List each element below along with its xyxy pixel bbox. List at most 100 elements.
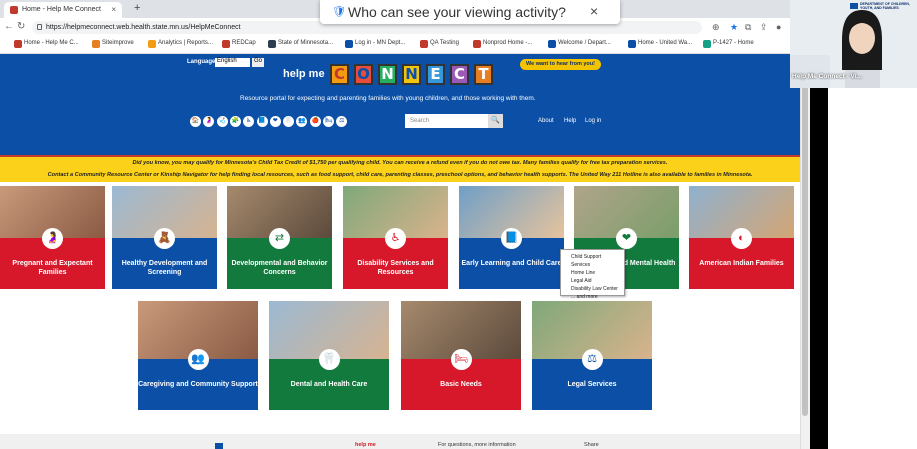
bookmark-favicon-icon: [628, 40, 636, 48]
bookmark-favicon-icon: [473, 40, 481, 48]
bookmark-favicon-icon: [14, 40, 22, 48]
reload-icon[interactable]: ↻: [17, 21, 25, 32]
help-link[interactable]: Help: [564, 118, 576, 124]
tile-pregnant-and-expectant-families[interactable]: 🤰 Pregnant and Expectant Families: [0, 186, 105, 289]
bookmark-item[interactable]: Nonprod Home -...: [473, 40, 532, 48]
heart-icon[interactable]: ❤: [269, 116, 281, 127]
tile-icon: 👥: [187, 349, 209, 370]
profile-avatar[interactable]: ●: [776, 22, 781, 32]
tile-developmental-and-behavior-concerns[interactable]: ⇄ Developmental and Behavior Concerns: [227, 186, 332, 289]
video-panel-divider: [810, 88, 828, 449]
login-link[interactable]: Log in: [585, 118, 601, 124]
tile-icon: 🧸: [154, 228, 175, 249]
logo-letter: N: [378, 64, 397, 85]
bookmark-label: QA Testing: [430, 40, 459, 46]
tile-label: American Indian Families: [699, 259, 784, 267]
info-banner: Did you know, you may qualify for Minnes…: [0, 155, 800, 182]
mn-logo-icon: [215, 443, 223, 449]
search-icon[interactable]: 🔍: [488, 114, 503, 128]
tile-label: Developmental and Behavior Concerns: [231, 259, 328, 276]
logo-letter: C: [450, 64, 469, 85]
zoom-icon[interactable]: ⊕: [712, 22, 720, 33]
right-panel: [828, 88, 917, 449]
puzzle-icon[interactable]: 🧩: [229, 116, 241, 127]
bookmark-item[interactable]: Home - United Wa...: [628, 40, 692, 48]
scales-icon[interactable]: ⚖: [336, 116, 348, 127]
tile-american-indian-families[interactable]: ◐ American Indian Families: [689, 186, 794, 289]
bookmark-item[interactable]: REDCap: [222, 40, 256, 48]
bed-icon[interactable]: 🛏: [323, 116, 334, 127]
footer-contact[interactable]: For questions, more information: [438, 442, 516, 448]
bookmark-item[interactable]: Analytics | Reports...: [148, 40, 213, 48]
home-icon[interactable]: 🏠: [190, 116, 201, 127]
tile-legal-services[interactable]: ⚖ Legal Services: [532, 301, 652, 410]
footer-help-me: help me: [355, 442, 376, 448]
tile-icon: ♿: [385, 228, 406, 249]
footer-share[interactable]: Share: [584, 442, 599, 448]
new-tab-button[interactable]: +: [134, 2, 140, 14]
bookmark-item[interactable]: QA Testing: [420, 40, 459, 48]
back-icon[interactable]: ←: [4, 21, 14, 32]
scrollbar-thumb[interactable]: [802, 56, 808, 416]
search-input[interactable]: Search: [405, 114, 488, 128]
logo-letter: T: [474, 64, 493, 85]
favicon-icon: [10, 6, 18, 14]
tile-caregiving-and-community-support[interactable]: 👥 Caregiving and Community Support: [138, 301, 258, 410]
tile-icon: 🛏: [450, 349, 472, 370]
bookmark-item[interactable]: Home - Help Me C...: [14, 40, 79, 48]
tile-disability-services-and-resources[interactable]: ♿ Disability Services and Resources: [343, 186, 448, 289]
banner-line-2: Contact a Community Resource Center or K…: [47, 172, 753, 178]
org-logo-icon: [850, 3, 858, 9]
tooltip-item[interactable]: ... and more: [565, 293, 620, 301]
bookmark-item[interactable]: Log in - MN Dept...: [345, 40, 405, 48]
tile-label: Early Learning and Child Care: [461, 259, 562, 267]
about-link[interactable]: About: [538, 118, 554, 124]
bookmark-label: Home - Help Me C...: [24, 40, 79, 46]
wheelchair-icon[interactable]: ♿: [243, 116, 255, 127]
browser-window: Home - Help Me Connect × + ← ↻ https://h…: [0, 0, 800, 449]
tile-icon: 🦷: [318, 349, 340, 370]
bookmark-favicon-icon: [92, 40, 100, 48]
tooltip-item[interactable]: Child Support Services: [565, 253, 620, 269]
logo-letter: C: [330, 64, 349, 85]
privacy-toast: 🛡 Who can see your viewing activity? ×: [320, 0, 620, 24]
tab-home[interactable]: Home - Help Me Connect ×: [4, 2, 122, 18]
tile-label: Caregiving and Community Support: [138, 380, 258, 388]
bookmark-item[interactable]: P-1427 - Home: [703, 40, 754, 48]
bookmark-star-icon[interactable]: ★: [730, 22, 738, 33]
tooltip-item[interactable]: Home Line: [565, 269, 620, 277]
pregnant-icon[interactable]: 🤰: [203, 116, 215, 127]
tile-icon: 📘: [501, 228, 522, 249]
shield-icon: 🛡: [332, 6, 346, 18]
tooth-icon[interactable]: 🦷: [283, 116, 295, 127]
language-select[interactable]: English: [215, 58, 250, 67]
tagline: Resource portal for expecting and parent…: [240, 95, 536, 102]
bookmark-item[interactable]: Welcome / Depart...: [548, 40, 611, 48]
book-icon[interactable]: 📘: [256, 116, 268, 127]
bookmark-item[interactable]: Siteimprove: [92, 40, 134, 48]
bookmark-item[interactable]: State of Minnesota...: [268, 40, 333, 48]
people-icon[interactable]: 👥: [296, 116, 308, 127]
tooltip-item[interactable]: Legal Aid: [565, 277, 620, 285]
bookmark-favicon-icon: [420, 40, 428, 48]
hear-from-you-button[interactable]: We want to hear from you!: [520, 59, 601, 70]
health-icon[interactable]: 🩺: [216, 116, 228, 127]
tile-dental-and-health-care[interactable]: 🦷 Dental and Health Care: [269, 301, 389, 410]
tile-early-learning-and-child-care[interactable]: 📘 Early Learning and Child Care: [459, 186, 564, 289]
tile-basic-needs[interactable]: 🛏 Basic Needs: [401, 301, 521, 410]
extensions-icon[interactable]: ⧉: [745, 22, 751, 33]
tile-healthy-development-and-screening[interactable]: 🧸 Healthy Development and Screening: [112, 186, 217, 289]
tile-icon: ⇄: [269, 228, 290, 249]
apple-icon[interactable]: 🍎: [309, 116, 321, 127]
share-icon[interactable]: ⇪: [760, 22, 768, 33]
close-tab-icon[interactable]: ×: [111, 5, 116, 14]
banner-line-1: Did you know, you may qualify for Minnes…: [132, 160, 668, 166]
site-header: Language English Go help me CONNECT We w…: [0, 54, 800, 155]
tile-icon: ❤: [616, 228, 637, 249]
tile-label: Dental and Health Care: [290, 380, 368, 388]
toast-close-button[interactable]: ×: [590, 3, 598, 19]
bookmark-label: Welcome / Depart...: [558, 40, 611, 46]
bookmark-favicon-icon: [548, 40, 556, 48]
language-go-button[interactable]: Go: [252, 58, 264, 67]
tooltip-item[interactable]: Disability Law Center: [565, 285, 620, 293]
